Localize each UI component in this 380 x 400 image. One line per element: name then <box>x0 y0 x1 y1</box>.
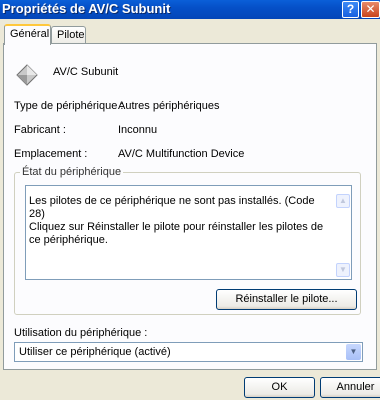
window-title: Propriétés de AV/C Subunit <box>2 1 171 16</box>
status-line-instruction: Cliquez sur Réinstaller le pilote pour r… <box>29 221 324 246</box>
reinstall-driver-button[interactable]: Réinstaller le pilote... <box>216 289 357 310</box>
device-name: AV/C Subunit <box>53 66 119 78</box>
device-diamond-icon <box>16 64 38 86</box>
device-usage-label: Utilisation du périphérique : <box>14 327 148 339</box>
manufacturer-value: Inconnu <box>118 124 158 136</box>
tab-general[interactable]: Général <box>4 24 51 45</box>
device-type-label: Type de périphérique : <box>14 100 124 112</box>
status-line-error: Les pilotes de ce périphérique ne sont p… <box>29 195 315 220</box>
location-label: Emplacement : <box>14 148 88 160</box>
title-bar[interactable]: Propriétés de AV/C Subunit ? ✕ <box>0 0 380 19</box>
chevron-down-icon[interactable]: ▼ <box>346 344 361 360</box>
ok-button[interactable]: OK <box>244 377 315 398</box>
help-button[interactable]: ? <box>342 1 359 18</box>
cancel-button[interactable]: Annuler <box>320 377 380 398</box>
tab-pilote[interactable]: Pilote <box>51 26 86 44</box>
device-usage-value: Utiliser ce périphérique (activé) <box>19 346 171 358</box>
device-usage-select[interactable]: Utiliser ce périphérique (activé) ▼ <box>14 342 363 362</box>
scroll-up-icon[interactable]: ▲ <box>336 194 350 208</box>
general-panel: AV/C Subunit Type de périphérique : Autr… <box>3 43 377 370</box>
device-status-title: État du périphérique <box>20 166 124 178</box>
status-textbox[interactable]: Les pilotes de ce périphérique ne sont p… <box>25 185 352 280</box>
device-type-value: Autres périphériques <box>118 100 220 112</box>
close-button[interactable]: ✕ <box>361 1 380 18</box>
device-status-group: État du périphérique Les pilotes de ce p… <box>14 166 361 315</box>
manufacturer-label: Fabricant : <box>14 124 66 136</box>
scroll-down-icon[interactable]: ▼ <box>336 263 350 277</box>
location-value: AV/C Multifunction Device <box>118 148 245 160</box>
